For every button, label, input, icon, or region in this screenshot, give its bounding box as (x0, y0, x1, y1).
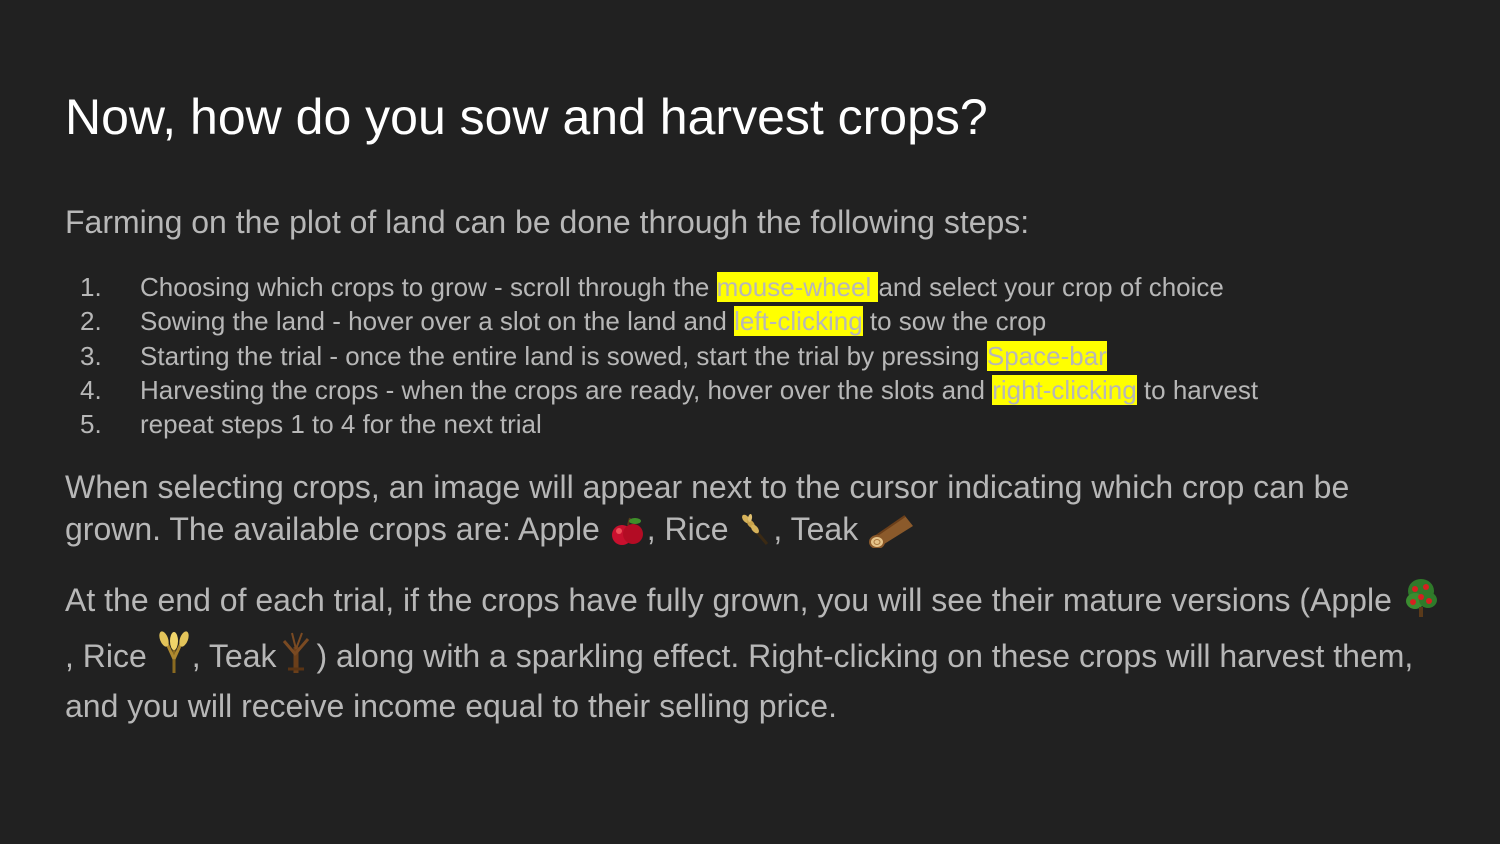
step-text-after: to harvest (1136, 374, 1259, 405)
step-text-before: Harvesting the crops - when the crops ar… (140, 374, 993, 405)
crop-label-apple: Apple (1310, 582, 1401, 618)
rice-icon (737, 510, 773, 558)
step-text-before: Starting the trial - once the entire lan… (140, 340, 987, 371)
step-number: 5. (80, 409, 102, 440)
mature-teak-icon (276, 629, 316, 685)
highlighted-keyword: right-clicking (992, 374, 1137, 405)
mature-rice-icon (156, 629, 192, 685)
step-text: repeat steps 1 to 4 for the next trial (140, 407, 542, 441)
step-number: 2. (80, 306, 102, 337)
mature-crops-paragraph: At the end of each trial, if the crops h… (65, 575, 1445, 727)
crop-label-apple: Apple (518, 511, 609, 547)
slide-title: Now, how do you sow and harvest crops? (65, 89, 988, 145)
highlighted-keyword: mouse-wheel (716, 272, 879, 302)
step-text: Sowing the land - hover over a slot on t… (140, 304, 1046, 338)
highlighted-keyword: Space-bar (986, 340, 1107, 371)
step-text-before: Choosing which crops to grow - scroll th… (140, 272, 717, 302)
crop-label-rice: , Rice (646, 511, 738, 547)
para-text: At the end of each trial, if the crops h… (65, 582, 1311, 618)
step-text-before: repeat steps 1 to 4 for the next trial (140, 409, 542, 440)
highlighted-keyword: left-clicking (734, 306, 863, 337)
crop-label-rice: , Rice (65, 638, 156, 674)
step-number: 4. (80, 374, 102, 405)
step-text-before: Sowing the land - hover over a slot on t… (140, 306, 735, 337)
step-text-after: and select your crop of choice (878, 272, 1224, 302)
crop-label-teak: , Teak (773, 511, 868, 547)
step-text: Starting the trial - once the entire lan… (140, 339, 1107, 373)
step-text: Choosing which crops to grow - scroll th… (140, 270, 1224, 304)
step-text: Harvesting the crops - when the crops ar… (140, 373, 1258, 407)
available-crops-paragraph: When selecting crops, an image will appe… (65, 466, 1445, 558)
step-number: 1. (80, 272, 102, 302)
step-text-after: to sow the crop (862, 306, 1047, 337)
intro-text: Farming on the plot of land can be done … (65, 204, 1030, 240)
mature-apple-icon (1401, 575, 1441, 629)
teak-log-icon (867, 508, 917, 558)
apple-icon (609, 514, 647, 558)
crop-label-teak: , Teak (191, 638, 277, 674)
step-number: 3. (80, 340, 102, 371)
